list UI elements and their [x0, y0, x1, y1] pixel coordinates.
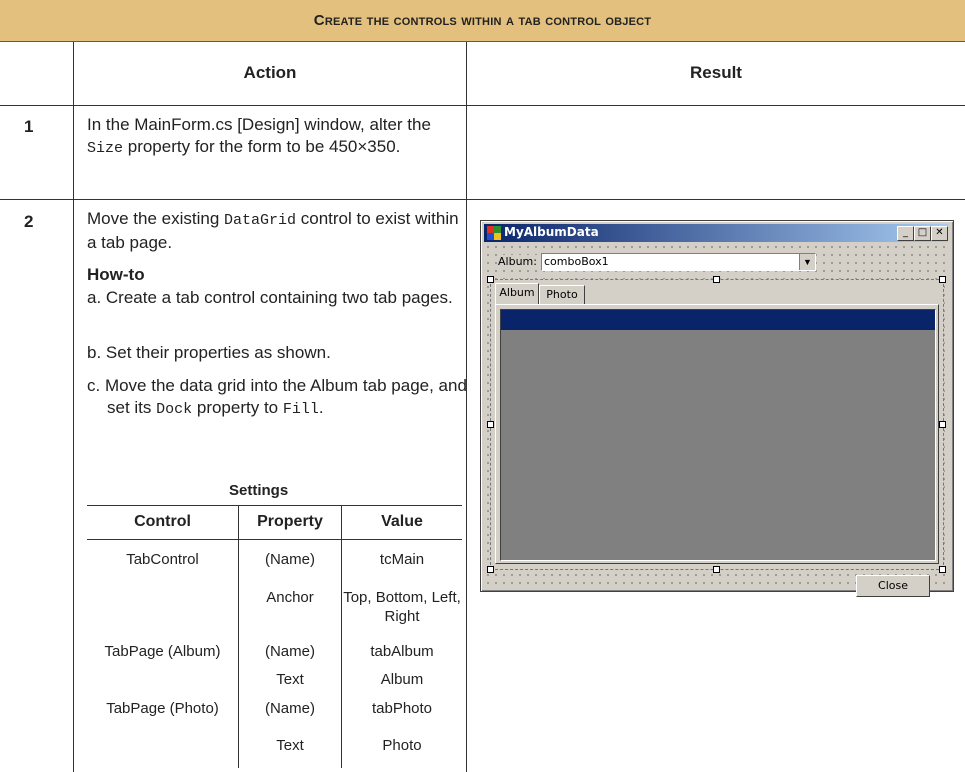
tab-album[interactable]: Album — [495, 283, 539, 304]
tab-photo[interactable]: Photo — [539, 285, 585, 305]
settings-header-rule — [87, 539, 462, 540]
album-combobox[interactable]: comboBox1 ▼ — [541, 253, 816, 271]
tab-control: Album Photo — [490, 279, 944, 570]
howto-title: How-to — [87, 265, 145, 284]
step-1-text-b: property for the form to be 450×350. — [123, 137, 401, 156]
step-1-text-a: In the MainForm.cs [Design] window, alte… — [87, 115, 431, 134]
form-designer-screenshot: MyAlbumData _ □ ✕ Album: comboBox1 ▼ Alb… — [480, 220, 954, 597]
settings-caption: Settings — [229, 482, 289, 499]
col-divider-num — [73, 42, 74, 772]
settings-col-divider-1 — [238, 506, 239, 768]
action-header: Action — [243, 63, 297, 82]
settings-col-property: Property — [257, 513, 323, 530]
settings-cell: Text — [276, 737, 304, 754]
selection-handle[interactable] — [939, 421, 946, 428]
settings-cell: Album — [380, 671, 424, 688]
step-2-text-a: Move the existing — [87, 209, 225, 228]
settings-col-control: Control — [134, 513, 191, 530]
selection-handle[interactable] — [487, 276, 494, 283]
maximize-button[interactable]: □ — [914, 226, 931, 241]
minimize-button[interactable]: _ — [897, 226, 914, 241]
howto-step-a: a. Create a tab control containing two t… — [87, 288, 453, 307]
howto-step-c-code1: Dock — [156, 401, 193, 418]
window-title: MyAlbumData — [504, 225, 599, 239]
app-icon — [487, 226, 501, 240]
settings-top-rule — [87, 505, 462, 506]
settings-cell: (Name) — [264, 643, 315, 660]
selection-handle[interactable] — [713, 566, 720, 573]
selection-handle[interactable] — [713, 276, 720, 283]
table-title: Create the controls within a tab control… — [313, 12, 652, 29]
data-grid[interactable] — [500, 309, 936, 561]
settings-cell: Top, Bottom, Left, Right — [343, 589, 461, 625]
howto-step-c-code2: Fill — [282, 401, 319, 418]
album-label: Album: — [498, 255, 537, 268]
settings-cell: tcMain — [379, 551, 425, 568]
close-button[interactable]: Close — [856, 575, 930, 597]
howto-step-c-b: property to — [192, 398, 283, 417]
table-title-banner: Create the controls within a tab control… — [0, 0, 965, 42]
selection-handle[interactable] — [487, 421, 494, 428]
result-header: Result — [690, 63, 742, 82]
settings-cell: TabControl — [126, 551, 199, 568]
selection-handle[interactable] — [939, 276, 946, 283]
step-number: 1 — [24, 117, 34, 136]
step-number: 2 — [24, 212, 34, 231]
settings-cell: TabPage (Album) — [104, 643, 221, 660]
tab-page-album — [495, 304, 939, 564]
settings-cell: (Name) — [264, 700, 315, 717]
window-titlebar: MyAlbumData _ □ ✕ — [484, 224, 948, 242]
settings-col-value: Value — [381, 513, 423, 530]
dropdown-arrow-icon[interactable]: ▼ — [799, 254, 815, 270]
howto-step-c-c: . — [318, 398, 324, 417]
header-divider — [0, 105, 965, 106]
selection-handle[interactable] — [939, 566, 946, 573]
step-1-code: Size — [87, 140, 124, 157]
settings-cell: Text — [276, 671, 304, 688]
close-window-button[interactable]: ✕ — [931, 226, 948, 241]
settings-col-divider-2 — [341, 506, 342, 768]
howto-step-b: b. Set their properties as shown. — [87, 343, 331, 362]
step-1-text: In the MainForm.cs [Design] window, alte… — [87, 114, 457, 160]
settings-cell: Anchor — [266, 589, 314, 606]
row1-divider — [0, 199, 965, 200]
step-2-text: Move the existing DataGrid control to ex… — [87, 208, 459, 254]
combo-value: comboBox1 — [544, 255, 609, 268]
howto-step-c: c. Move the data grid into the Album tab… — [87, 375, 467, 421]
settings-cell: Photo — [382, 737, 422, 754]
selection-handle[interactable] — [487, 566, 494, 573]
settings-cell: TabPage (Photo) — [106, 700, 219, 717]
settings-cell: (Name) — [264, 551, 315, 568]
step-2-code: DataGrid — [224, 212, 297, 229]
designer-surface: Album: comboBox1 ▼ Album Photo Close — [484, 243, 948, 597]
data-grid-caption — [501, 310, 935, 330]
settings-cell: tabPhoto — [371, 700, 433, 717]
settings-cell: tabAlbum — [370, 643, 434, 660]
